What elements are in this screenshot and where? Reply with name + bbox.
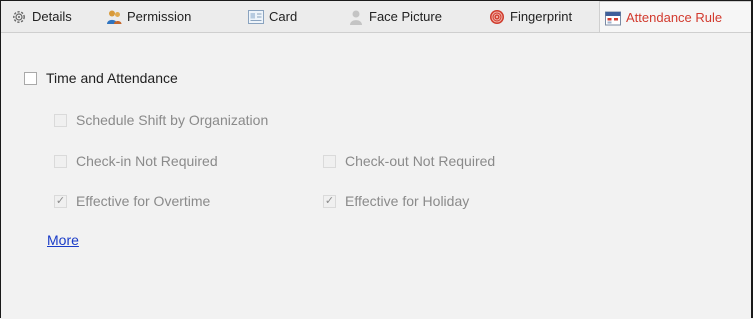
tab-permission-label: Permission	[127, 9, 192, 24]
tab-attendance-rule[interactable]: Attendance Rule	[599, 1, 751, 32]
tab-details-label: Details	[32, 9, 72, 24]
checkmark-icon: ✓	[55, 194, 66, 207]
schedule-shift-option[interactable]: Schedule Shift by Organization	[54, 112, 268, 128]
id-card-icon	[248, 9, 264, 25]
tab-attendance-rule-label: Attendance Rule	[626, 10, 723, 25]
time-and-attendance-option[interactable]: Time and Attendance	[24, 70, 178, 86]
checkout-not-required-option[interactable]: Check-out Not Required	[323, 153, 495, 169]
checkin-not-required-option[interactable]: Check-in Not Required	[54, 153, 218, 169]
tab-fingerprint[interactable]: Fingerprint	[489, 1, 572, 32]
effective-holiday-option[interactable]: ✓ Effective for Holiday	[323, 193, 469, 209]
effective-holiday-checkbox[interactable]: ✓	[323, 194, 336, 208]
users-icon	[106, 9, 122, 25]
tab-bar: Details Permission Card Face Picture Fin…	[1, 1, 751, 33]
tab-card[interactable]: Card	[248, 1, 297, 32]
fingerprint-icon	[489, 9, 505, 25]
effective-overtime-option[interactable]: ✓ Effective for Overtime	[54, 193, 210, 209]
calendar-icon	[605, 10, 621, 26]
tab-details[interactable]: Details	[11, 1, 72, 32]
attendance-settings: Time and Attendance Schedule Shift by Or…	[1, 33, 751, 319]
checkout-not-required-label: Check-out Not Required	[345, 153, 496, 169]
effective-holiday-label: Effective for Holiday	[345, 193, 470, 209]
attendance-rule-panel: Details Permission Card Face Picture Fin…	[0, 0, 753, 319]
tab-fingerprint-label: Fingerprint	[510, 9, 573, 24]
gear-icon	[11, 9, 27, 25]
tab-card-label: Card	[269, 9, 298, 24]
tab-face-picture[interactable]: Face Picture	[348, 1, 442, 32]
schedule-shift-checkbox[interactable]	[54, 113, 67, 127]
effective-overtime-label: Effective for Overtime	[76, 193, 211, 209]
checkin-not-required-checkbox[interactable]	[54, 154, 67, 168]
tab-face-picture-label: Face Picture	[369, 9, 442, 24]
more-link[interactable]: More	[47, 232, 79, 248]
effective-overtime-checkbox[interactable]: ✓	[54, 194, 67, 208]
person-icon	[348, 9, 364, 25]
checkin-not-required-label: Check-in Not Required	[76, 153, 218, 169]
time-and-attendance-checkbox[interactable]	[24, 71, 37, 85]
checkmark-icon: ✓	[324, 194, 335, 207]
checkout-not-required-checkbox[interactable]	[323, 154, 336, 168]
time-and-attendance-label: Time and Attendance	[46, 70, 178, 86]
schedule-shift-label: Schedule Shift by Organization	[76, 112, 269, 128]
tab-permission[interactable]: Permission	[106, 1, 191, 32]
